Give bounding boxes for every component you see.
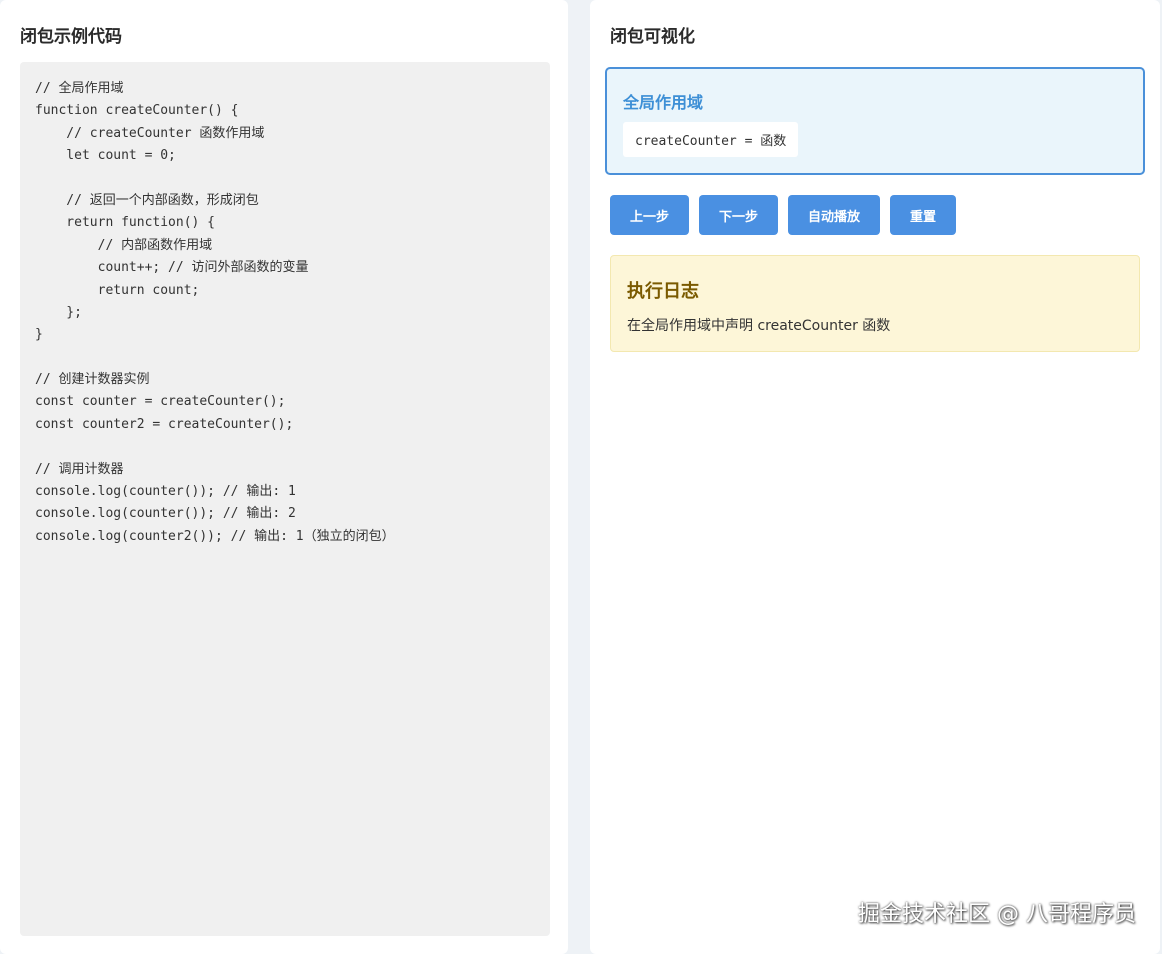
code-panel-title: 闭包示例代码 — [20, 27, 122, 47]
log-entry: 在全局作用域中声明 createCounter 函数 — [627, 318, 891, 334]
reset-button[interactable]: 重置 — [890, 195, 957, 235]
code-line: // 全局作用域 — [35, 81, 124, 96]
next-step-button[interactable]: 下一步 — [699, 195, 779, 235]
autoplay-button[interactable]: 自动播放 — [788, 195, 881, 235]
code-line: console.log(counter2()); // 输出: 1（独立的闭包） — [35, 528, 395, 544]
code-line: count++; // 访问外部函数的变量 — [35, 260, 309, 276]
code-line: return count; — [35, 282, 200, 298]
code-line: console.log(counter()); // 输出: 2 — [35, 506, 296, 522]
code-line: return function() { — [35, 215, 216, 231]
code-block: // 全局作用域 function createCounter() { // c… — [20, 62, 550, 936]
visualization-panel-title: 闭包可视化 — [610, 27, 695, 47]
global-scope-box: 全局作用域 createCounter = 函数 — [605, 67, 1145, 175]
code-line: let count = 0; — [35, 148, 176, 164]
code-line: // 创建计数器实例 — [35, 372, 150, 388]
code-line: }; — [35, 304, 82, 320]
visualization-panel: 闭包可视化 全局作用域 createCounter = 函数 上一步 下一步 自… — [590, 0, 1160, 954]
scope-title: 全局作用域 — [623, 93, 704, 112]
execution-log: 执行日志 在全局作用域中声明 createCounter 函数 — [610, 255, 1140, 352]
log-title: 执行日志 — [627, 281, 699, 302]
step-controls: 上一步 下一步 自动播放 重置 — [610, 195, 957, 235]
code-line: const counter = createCounter(); — [35, 394, 286, 410]
code-panel: 闭包示例代码 // 全局作用域 function createCounter()… — [0, 0, 568, 954]
code-line: // 调用计数器 — [35, 461, 124, 477]
watermark: 掘金技术社区 @ 八哥程序员 — [858, 902, 1136, 927]
scope-variable: createCounter = 函数 — [623, 122, 799, 157]
code-line: } — [35, 327, 43, 343]
code-line: // createCounter 函数作用域 — [35, 125, 265, 141]
code-line: function createCounter() { — [35, 103, 239, 119]
code-line: const counter2 = createCounter(); — [35, 416, 294, 432]
code-line: // 返回一个内部函数，形成闭包 — [35, 192, 259, 208]
prev-step-button[interactable]: 上一步 — [610, 195, 690, 235]
code-line: // 内部函数作用域 — [35, 237, 213, 253]
code-line: console.log(counter()); // 输出: 1 — [35, 484, 296, 500]
